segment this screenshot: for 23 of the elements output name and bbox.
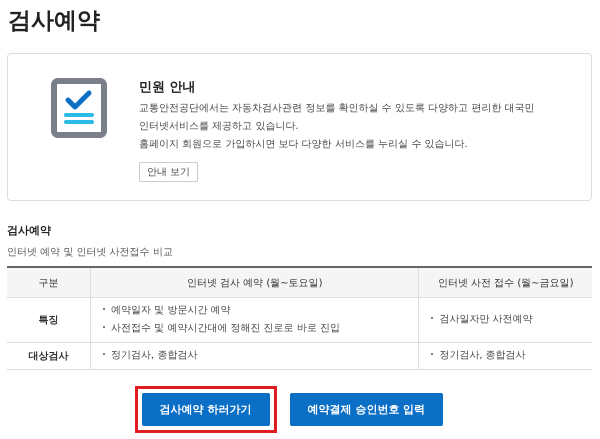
info-text: 교통안전공단에서는 자동차검사관련 정보를 확인하실 수 있도록 다양하고 편리한 대국민 bbox=[139, 102, 534, 116]
column-header: 인터넷 검사 예약 (월~토요일) bbox=[90, 267, 419, 298]
row-header: 대상검사 bbox=[7, 342, 90, 370]
bullet-icon bbox=[431, 352, 434, 355]
section-subtitle: 인터넷 예약 및 인터넷 사전접수 비교 bbox=[7, 246, 173, 259]
column-header: 구분 bbox=[7, 267, 90, 298]
section-title: 검사예약 bbox=[7, 223, 51, 238]
column-header: 인터넷 사전 접수 (월~금요일) bbox=[418, 267, 592, 298]
info-text: 홈페이지 회원으로 가입하시면 보다 다양한 서비스를 누리실 수 있습니다. bbox=[139, 138, 468, 152]
action-button[interactable]: 검사예약 하러가기 bbox=[142, 393, 270, 426]
list-item: 정기검사, 종합검사 bbox=[439, 350, 526, 361]
guide-button[interactable]: 안내 보기 bbox=[139, 162, 198, 182]
info-title: 민원 안내 bbox=[139, 79, 196, 96]
list-item: 예약일자 및 방문시간 예약 bbox=[111, 305, 231, 316]
checklist-icon bbox=[51, 78, 107, 138]
row-header: 특징 bbox=[7, 298, 90, 342]
list-item: 검사일자만 사전예약 bbox=[439, 314, 533, 325]
list-item: 정기검사, 종합검사 bbox=[111, 350, 198, 361]
info-text: 인터넷서비스를 제공하고 있습니다. bbox=[139, 120, 299, 134]
list-item: 사전접수 및 예약시간대에 정해진 진로로 바로 진입 bbox=[111, 323, 340, 334]
action-button[interactable]: 예약결제 승인번호 입력 bbox=[290, 393, 444, 426]
page-title: 검사예약 bbox=[8, 7, 100, 36]
bullet-icon bbox=[431, 316, 434, 319]
